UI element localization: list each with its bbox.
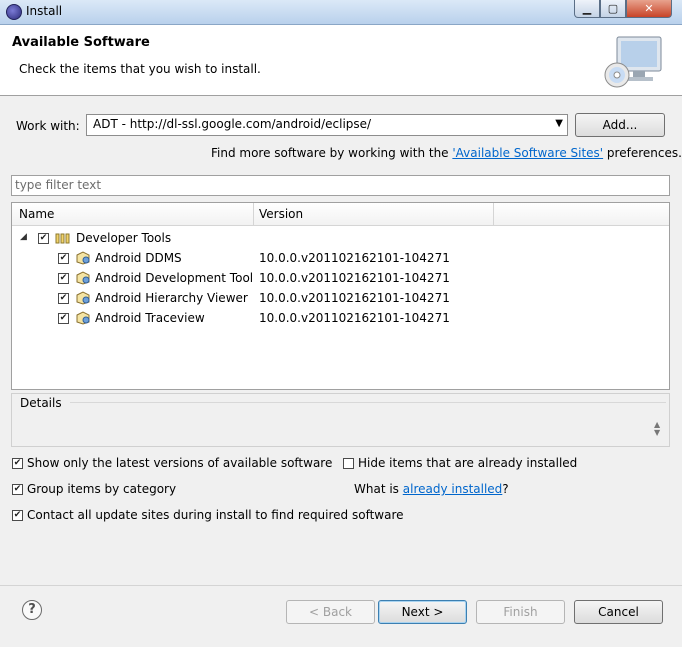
contact-sites-checkbox[interactable]: ✔ bbox=[12, 509, 23, 521]
item-version: 10.0.0.v201102162101-104271 bbox=[259, 291, 450, 305]
group-by-category-label: Group items by category bbox=[27, 482, 177, 496]
contact-sites-label: Contact all update sites during install … bbox=[27, 508, 404, 522]
tree-item-row[interactable]: ✔ Android Development Tool 10.0.0.v20110… bbox=[12, 269, 669, 289]
maximize-icon: ▢ bbox=[607, 2, 619, 15]
minimize-icon: ▁ bbox=[582, 2, 592, 15]
details-group: Details ▲ ▼ bbox=[11, 393, 670, 447]
available-software-sites-link[interactable]: 'Available Software Sites' bbox=[452, 146, 603, 160]
feature-plugin-icon bbox=[76, 311, 90, 325]
already-installed-link[interactable]: already installed bbox=[403, 482, 503, 496]
show-latest-checkbox[interactable]: ✔ bbox=[12, 457, 23, 469]
finish-button[interactable]: Finish bbox=[476, 600, 565, 624]
work-with-value: ADT - http://dl-ssl.google.com/android/e… bbox=[93, 117, 372, 131]
group-by-category-checkbox[interactable]: ✔ bbox=[12, 483, 23, 495]
tree-item-row[interactable]: ✔ Android Hierarchy Viewer 10.0.0.v20110… bbox=[12, 289, 669, 309]
details-label: Details bbox=[20, 396, 62, 410]
install-monitor-icon bbox=[604, 36, 662, 88]
find-more-suffix: preferences. bbox=[603, 146, 682, 160]
column-header-name[interactable]: Name bbox=[19, 207, 54, 221]
column-header-version[interactable]: Version bbox=[259, 207, 303, 221]
details-scroll-icon[interactable]: ▲ ▼ bbox=[654, 421, 660, 437]
help-icon[interactable]: ? bbox=[22, 600, 42, 620]
item-checkbox[interactable]: ✔ bbox=[58, 273, 69, 284]
work-with-label: Work with: bbox=[16, 119, 80, 133]
cancel-button[interactable]: Cancel bbox=[574, 600, 663, 624]
page-subtitle: Check the items that you wish to install… bbox=[19, 62, 261, 76]
find-more-prefix: Find more software by working with the bbox=[211, 146, 453, 160]
item-name: Android Development Tool bbox=[95, 271, 254, 285]
contact-sites-option[interactable]: ✔ Contact all update sites during instal… bbox=[12, 508, 404, 522]
hide-installed-option[interactable]: Hide items that are already installed bbox=[343, 456, 577, 470]
column-separator bbox=[493, 203, 494, 225]
what-is-installed-text: What is already installed? bbox=[354, 482, 509, 496]
item-name: Android DDMS bbox=[95, 251, 182, 265]
eclipse-icon bbox=[6, 4, 22, 20]
item-checkbox[interactable]: ✔ bbox=[58, 253, 69, 264]
tree-item-row[interactable]: ✔ Android Traceview 10.0.0.v201102162101… bbox=[12, 309, 669, 329]
back-button[interactable]: < Back bbox=[286, 600, 375, 624]
feature-plugin-icon bbox=[76, 291, 90, 305]
tree-group-row[interactable]: ◢ ✔ Developer Tools bbox=[12, 229, 669, 249]
filter-input[interactable]: type filter text bbox=[11, 175, 670, 196]
feature-plugin-icon bbox=[76, 251, 90, 265]
dropdown-arrow-icon[interactable]: ▼ bbox=[555, 118, 563, 129]
category-icon bbox=[55, 233, 70, 244]
page-title: Available Software bbox=[12, 35, 150, 50]
add-site-button[interactable]: Add... bbox=[575, 113, 665, 137]
what-is-prefix: What is bbox=[354, 482, 403, 496]
item-name: Android Hierarchy Viewer bbox=[95, 291, 248, 305]
expand-triangle-icon[interactable]: ◢ bbox=[20, 232, 27, 242]
item-checkbox[interactable]: ✔ bbox=[58, 313, 69, 324]
show-latest-label: Show only the latest versions of availab… bbox=[27, 456, 333, 470]
work-with-combo[interactable]: ADT - http://dl-ssl.google.com/android/e… bbox=[86, 114, 568, 136]
group-by-category-option[interactable]: ✔ Group items by category bbox=[12, 482, 176, 496]
item-version: 10.0.0.v201102162101-104271 bbox=[259, 251, 450, 265]
item-version: 10.0.0.v201102162101-104271 bbox=[259, 271, 450, 285]
hide-installed-checkbox[interactable] bbox=[343, 457, 354, 469]
feature-plugin-icon bbox=[76, 271, 90, 285]
tree-item-row[interactable]: ✔ Android DDMS 10.0.0.v201102162101-1042… bbox=[12, 249, 669, 269]
close-button[interactable]: ✕ bbox=[626, 0, 672, 18]
title-bar: Install ▁ ▢ ✕ bbox=[0, 0, 682, 25]
what-is-suffix: ? bbox=[502, 482, 509, 496]
wizard-header: Available Software Check the items that … bbox=[0, 25, 682, 96]
group-checkbox[interactable]: ✔ bbox=[38, 233, 49, 244]
item-checkbox[interactable]: ✔ bbox=[58, 293, 69, 304]
item-name: Android Traceview bbox=[95, 311, 205, 325]
tree-header: Name Version bbox=[12, 203, 669, 226]
item-version: 10.0.0.v201102162101-104271 bbox=[259, 311, 450, 325]
software-tree: Name Version ◢ ✔ Developer Tools ✔ Andro… bbox=[11, 202, 670, 390]
window-title: Install bbox=[26, 4, 63, 18]
maximize-button[interactable]: ▢ bbox=[600, 0, 626, 18]
button-bar-separator bbox=[0, 585, 682, 586]
find-more-text: Find more software by working with the '… bbox=[211, 146, 682, 160]
minimize-button[interactable]: ▁ bbox=[574, 0, 600, 18]
hide-installed-label: Hide items that are already installed bbox=[358, 456, 578, 470]
next-button[interactable]: Next > bbox=[378, 600, 467, 624]
details-separator bbox=[70, 402, 666, 403]
column-separator bbox=[253, 203, 254, 225]
group-name: Developer Tools bbox=[76, 231, 172, 245]
close-icon: ✕ bbox=[644, 2, 654, 15]
show-latest-option[interactable]: ✔ Show only the latest versions of avail… bbox=[12, 456, 332, 470]
